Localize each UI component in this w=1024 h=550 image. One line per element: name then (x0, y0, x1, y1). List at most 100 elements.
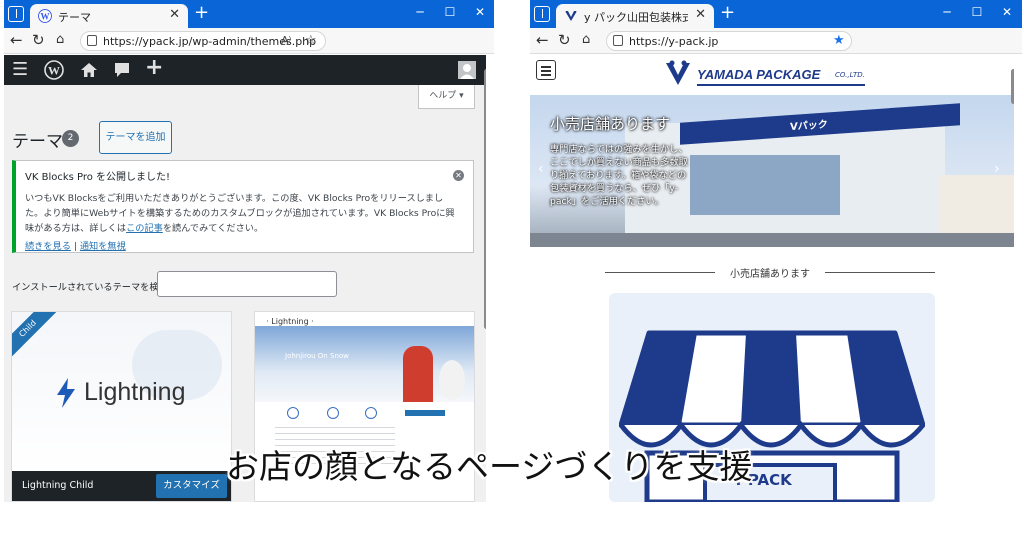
hero-heading: 小売店舗あります (550, 115, 671, 133)
hero-text: 専門店ならではの強みを生かし、ここでしか買えない商品も多数取り揃えております。箱… (550, 144, 688, 207)
feature-icon-2 (327, 407, 339, 419)
preview-hero-text: Johnjirou On Snow (285, 352, 349, 360)
tab-bar: W テーマ ✕ + ─ ☐ ✕ (4, 0, 494, 28)
scrollbar-thumb[interactable] (484, 69, 486, 329)
user-avatar-icon[interactable] (458, 61, 476, 79)
heading-rule-right (825, 272, 935, 273)
logo-underline (697, 84, 865, 86)
overlay-caption: お店の顔となるページづくりを支援 (226, 447, 753, 486)
theme-search-label: インストールされているテーマを検索 (12, 282, 168, 293)
slider-prev-icon[interactable]: ‹ (538, 161, 544, 177)
back-icon[interactable]: ← (536, 31, 549, 49)
url-text: https://y-pack.jp (629, 35, 719, 48)
scrollbar-thumb[interactable] (1011, 69, 1014, 104)
maximize-button[interactable]: ☐ (962, 5, 992, 19)
notice-body: いつもVK Blocksをご利用いただきありがとうございます。この度、VK Bl… (25, 191, 455, 236)
slider-next-icon[interactable]: › (994, 161, 1000, 177)
page-title: テーマ (12, 132, 63, 152)
feature-icon-1 (287, 407, 299, 419)
hero-slider: Vパック 小売店舗あります 専門店ならではの強みを生かし、ここでしか買えない商品… (530, 95, 1014, 247)
preview-hero-image: Johnjirou On Snow (255, 326, 474, 402)
site-logo[interactable]: YAMADA PACKAGE CO.,LTD. (665, 60, 905, 90)
store-sign-text: Vパック (790, 119, 828, 134)
hamburger-menu-button[interactable] (536, 60, 556, 80)
wp-admin-bar: ☰ W + (4, 55, 486, 85)
wp-admin-page: ☰ W + ヘルプ ▾ テーマ 2 テーマを追加 VK Blocks Pro を… (4, 55, 486, 502)
dismiss-notice-link[interactable]: 通知を無視 (80, 241, 126, 252)
browser-window-wp-admin: W テーマ ✕ + ─ ☐ ✕ ← ↻ ⌂ https://ypack.jp/w… (4, 0, 494, 502)
lock-icon (87, 35, 97, 46)
favorite-star-icon[interactable]: ★ (833, 33, 845, 48)
reload-icon[interactable]: ↻ (32, 31, 45, 49)
notice-links: 続きを見る | 通知を無視 (25, 238, 126, 252)
wordpress-logo-icon[interactable]: W (44, 60, 64, 80)
read-more-link[interactable]: 続きを見る (25, 241, 71, 252)
lightning-logo-text: Lightning (84, 378, 186, 406)
notice-text-end: を読んでみてください。 (162, 223, 264, 234)
tab-y-pack[interactable]: y パック山田包装株式会社 ✕ (556, 4, 714, 28)
close-window-button[interactable]: ✕ (992, 5, 1022, 19)
preview-snowboarder (403, 346, 433, 402)
home-icon[interactable]: ⌂ (56, 31, 64, 49)
menu-toggle-icon[interactable]: ☰ (12, 60, 28, 80)
theme-card-lightning-child[interactable]: Lightning Child Lightning Child カスタマイズ (11, 311, 232, 502)
customize-button[interactable]: カスタマイズ (156, 474, 227, 498)
address-bar[interactable]: https://y-pack.jp ★ (606, 31, 852, 51)
tab-themes[interactable]: W テーマ ✕ (30, 4, 188, 28)
tab-actions-icon[interactable] (534, 6, 550, 22)
address-toolbar: ← ↻ ⌂ https://ypack.jp/wp-admin/themes.p… (4, 28, 494, 54)
tab-close-icon[interactable]: ✕ (169, 7, 180, 22)
tab-actions-icon[interactable] (8, 6, 24, 22)
y-pack-favicon-icon (565, 11, 577, 21)
back-icon[interactable]: ← (10, 31, 23, 49)
lightning-bolt-icon (57, 378, 75, 408)
site-home-icon[interactable] (80, 61, 98, 79)
tab-title: テーマ (58, 11, 91, 24)
new-content-icon[interactable]: + (145, 57, 163, 79)
logo-suffix: CO.,LTD. (835, 71, 865, 79)
comments-icon[interactable] (113, 61, 131, 79)
theme-count-badge: 2 (62, 130, 79, 147)
minimize-button[interactable]: ─ (405, 5, 435, 19)
tab-bar: y パック山田包装株式会社 ✕ + ─ ☐ ✕ (530, 0, 1022, 28)
help-button[interactable]: ヘルプ ▾ (418, 85, 475, 109)
new-tab-button[interactable]: + (720, 4, 735, 22)
tab-close-icon[interactable]: ✕ (695, 7, 706, 22)
wordpress-favicon-icon: W (38, 9, 52, 23)
store-window (690, 155, 840, 215)
notice-article-link[interactable]: この記事 (126, 223, 163, 234)
tab-title: y パック山田包装株式会社 (584, 11, 688, 24)
favorite-star-icon[interactable]: ☆ (305, 33, 317, 48)
y-pack-site: YAMADA PACKAGE CO.,LTD. Vパック 小売店舗あります 専門… (530, 55, 1014, 502)
address-toolbar: ← ↻ ⌂ https://y-pack.jp ★ (530, 28, 1022, 54)
theme-search-input[interactable] (157, 271, 337, 297)
close-window-button[interactable]: ✕ (465, 5, 494, 19)
add-theme-button[interactable]: テーマを追加 (99, 121, 172, 154)
reload-icon[interactable]: ↻ (558, 31, 571, 49)
preview-site-title: · Lightning · (266, 317, 314, 326)
home-icon[interactable]: ⌂ (582, 31, 590, 49)
lock-icon (613, 35, 623, 46)
ground (530, 233, 1014, 247)
svg-text:W: W (48, 64, 60, 78)
notice-heading: VK Blocks Pro を公開しました! (25, 172, 171, 183)
minimize-button[interactable]: ─ (932, 5, 962, 19)
preview-snowboard (439, 360, 465, 400)
feature-icon-3 (365, 407, 377, 419)
section-heading: 小売店舗あります (605, 265, 935, 280)
maximize-button[interactable]: ☐ (435, 5, 465, 19)
new-tab-button[interactable]: + (194, 4, 209, 22)
logo-text: YAMADA PACKAGE (697, 67, 821, 82)
read-aloud-icon[interactable]: A⁾ (281, 34, 291, 47)
dismiss-icon[interactable]: ✕ (453, 170, 464, 181)
theme-name: Lightning Child (22, 480, 94, 491)
address-bar[interactable]: https://ypack.jp/wp-admin/themes.php A⁾ … (80, 31, 326, 51)
yamada-logo-icon (666, 60, 690, 85)
preview-search-bar (405, 410, 445, 416)
browser-window-y-pack: y パック山田包装株式会社 ✕ + ─ ☐ ✕ ← ↻ ⌂ https://y-… (530, 0, 1022, 502)
active-theme-footer: Lightning Child カスタマイズ (12, 471, 231, 501)
vk-blocks-notice: VK Blocks Pro を公開しました! いつもVK Blocksをご利用い… (12, 160, 474, 253)
neighbor-house (940, 175, 1014, 235)
link-separator: | (70, 241, 80, 252)
svg-text:W: W (41, 12, 50, 22)
